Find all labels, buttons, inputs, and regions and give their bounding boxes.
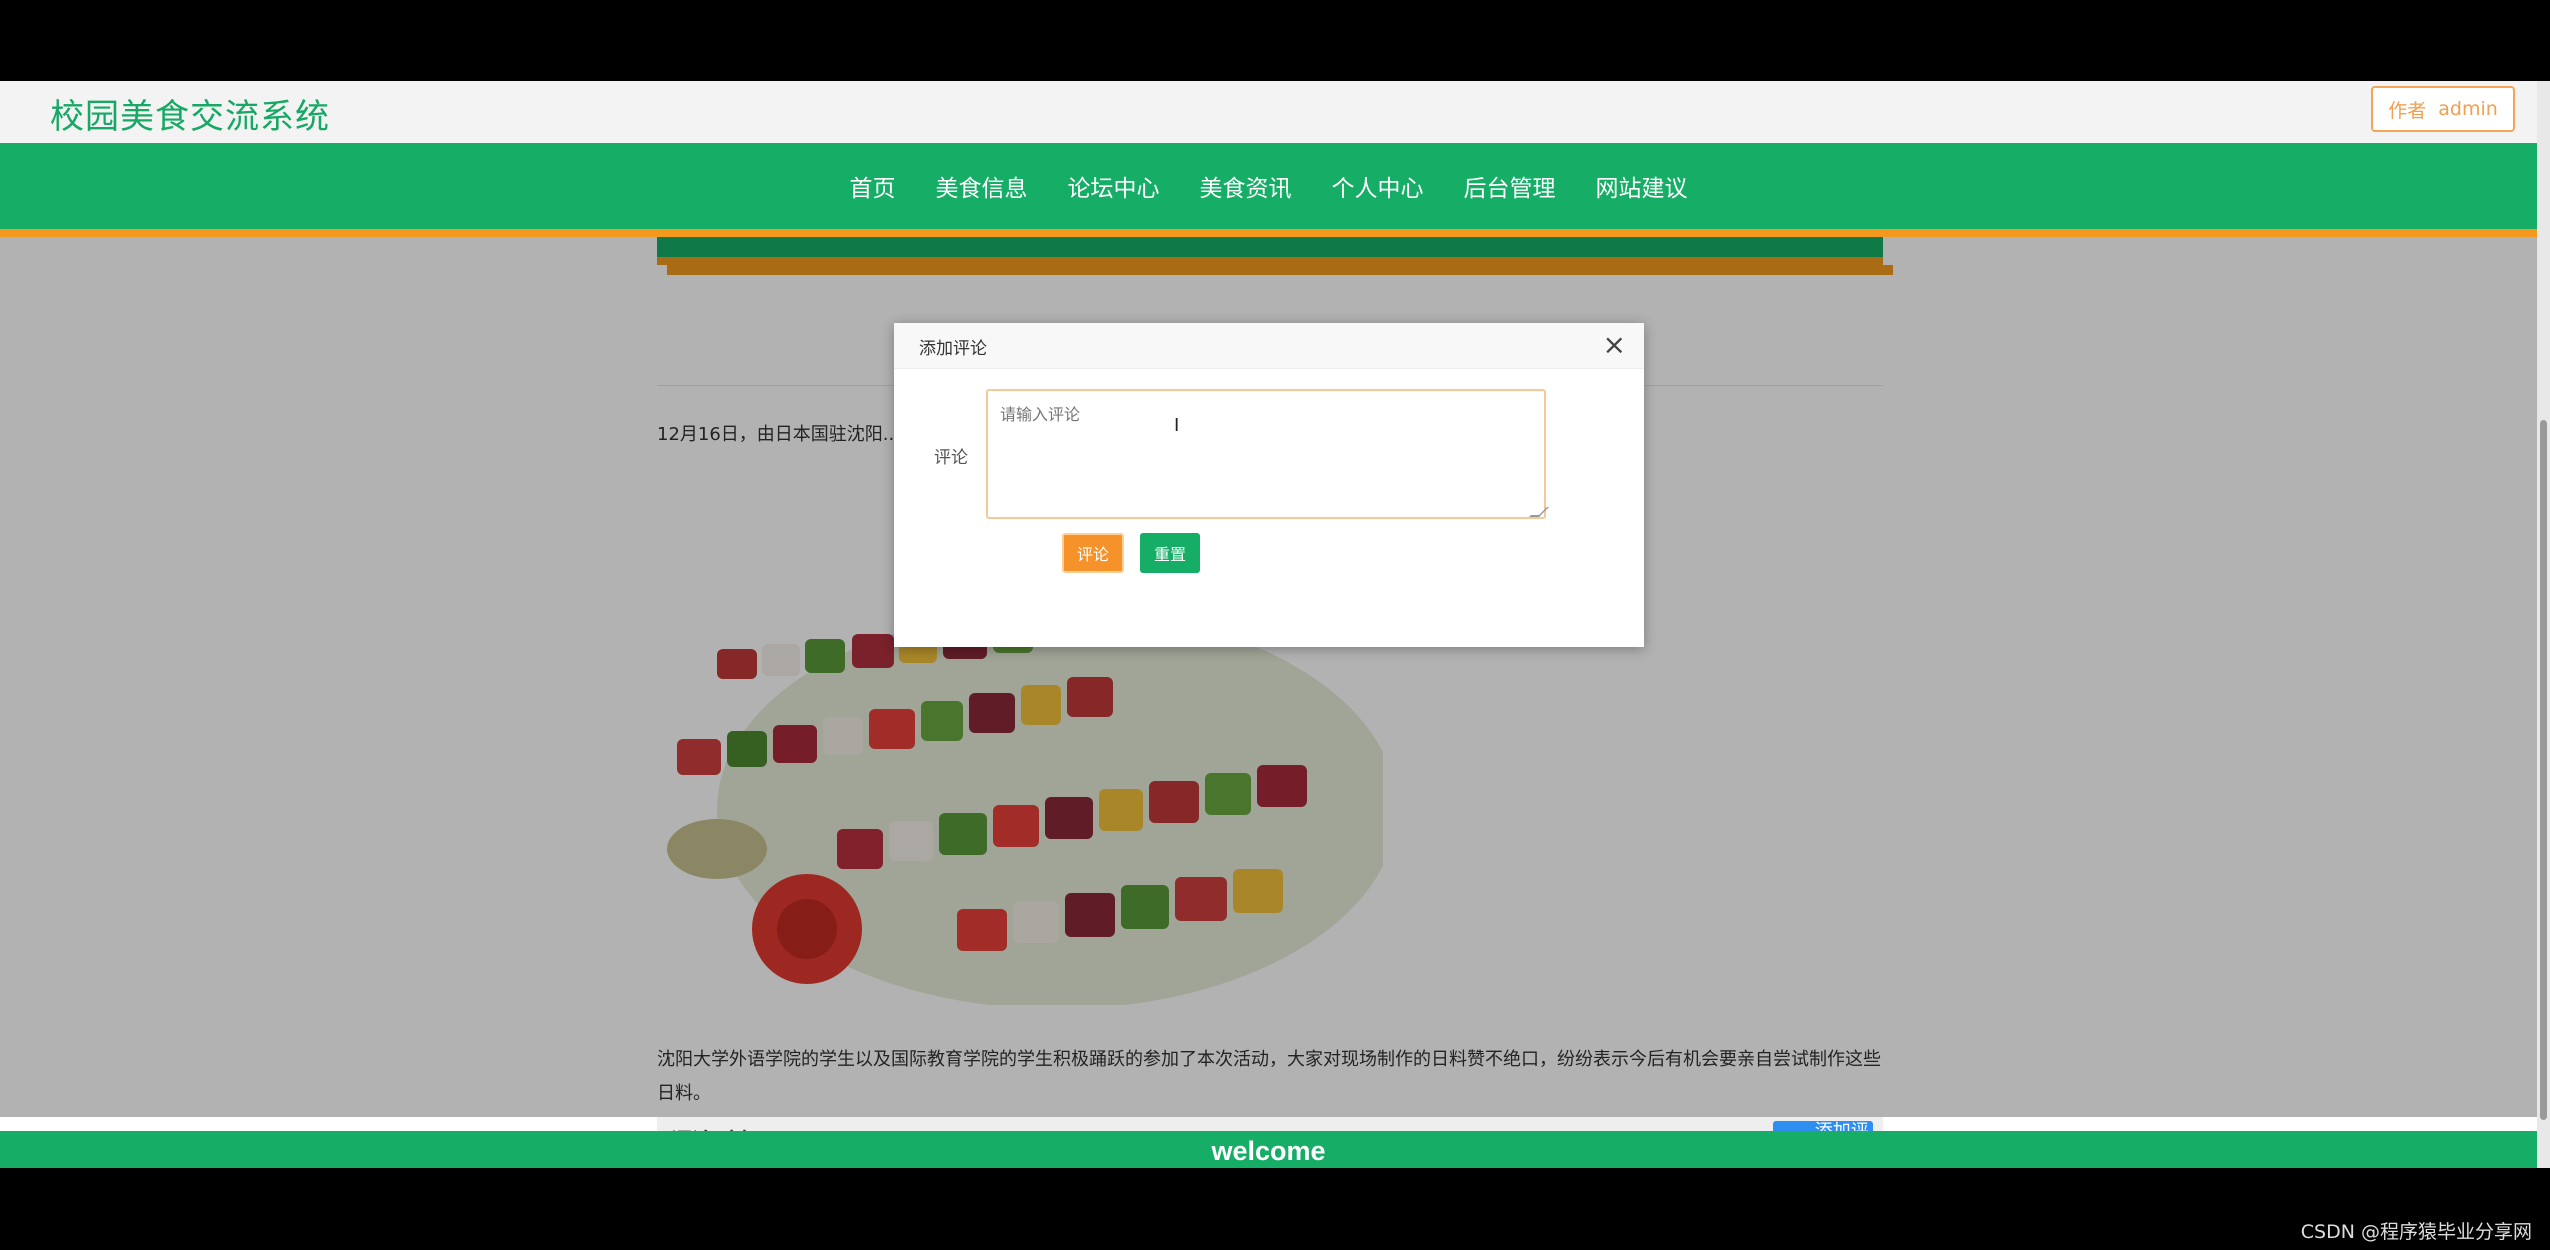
- comment-field-label: 评论: [934, 448, 968, 468]
- author-label: 作者: [2388, 99, 2427, 122]
- nav-item-suggestions[interactable]: 网站建议: [1596, 169, 1688, 203]
- nav-item-food-info[interactable]: 美食信息: [936, 169, 1028, 203]
- browser-page: 校园美食交流系统 作者 admin 首页 美食信息 论坛中心 美食资讯 个人中心…: [0, 81, 2537, 1168]
- nav-item-home[interactable]: 首页: [850, 169, 896, 203]
- nav-item-food-news[interactable]: 美食资讯: [1200, 169, 1292, 203]
- add-comment-dialog: 添加评论 × 评论 I 评论 重置: [894, 323, 1644, 647]
- reset-button[interactable]: 重置: [1140, 533, 1200, 573]
- nav-item-forum[interactable]: 论坛中心: [1068, 169, 1160, 203]
- site-title: 校园美食交流系统: [50, 97, 330, 137]
- nav-item-admin[interactable]: 后台管理: [1464, 169, 1556, 203]
- author-name: admin: [2438, 98, 2498, 120]
- watermark: CSDN @程序猿毕业分享网: [2300, 1221, 2532, 1243]
- main-nav: 首页 美食信息 论坛中心 美食资讯 个人中心 后台管理 网站建议: [0, 143, 2537, 229]
- author-badge[interactable]: 作者 admin: [2371, 86, 2515, 132]
- dialog-header: 添加评论 ×: [894, 323, 1644, 369]
- submit-comment-button[interactable]: 评论: [1062, 533, 1124, 573]
- text-cursor-icon: I: [1174, 415, 1180, 436]
- footer-bar: welcome: [0, 1131, 2537, 1168]
- nav-item-personal-center[interactable]: 个人中心: [1332, 169, 1424, 203]
- top-header: 校园美食交流系统 作者 admin: [0, 81, 2537, 143]
- close-icon[interactable]: ×: [1603, 331, 1626, 359]
- dialog-title: 添加评论: [919, 339, 987, 359]
- screen: 校园美食交流系统 作者 admin 首页 美食信息 论坛中心 美食资讯 个人中心…: [0, 0, 2550, 1250]
- scrollbar-thumb[interactable]: [2540, 420, 2547, 1120]
- footer-welcome: welcome: [1211, 1135, 1326, 1166]
- nav-accent-stripe: [0, 229, 2537, 237]
- comment-textarea[interactable]: [986, 389, 1546, 519]
